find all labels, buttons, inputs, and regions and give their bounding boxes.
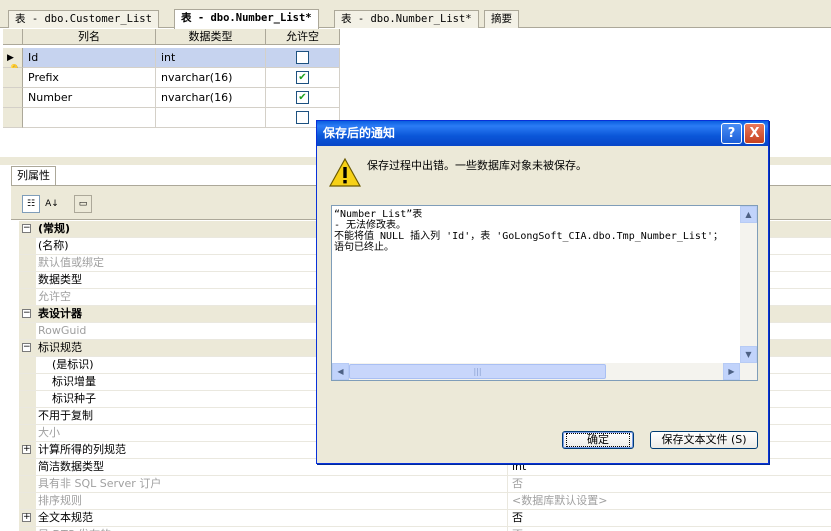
scroll-thumb[interactable]: ||| [349, 364, 606, 379]
row-selector[interactable]: ▶🔑 [3, 48, 23, 75]
dialog-message: 保存过程中出错。一些数据库对象未被保存。 [367, 159, 587, 172]
post-save-notification-dialog: 保存后的通知 ? X 保存过程中出错。一些数据库对象未被保存。 “Number_… [316, 120, 769, 464]
save-text-file-label: 保存文本文件 (S) [661, 433, 747, 446]
table-row[interactable]: Number nvarchar(16) ✔ [23, 88, 340, 108]
close-button[interactable]: X [744, 123, 765, 144]
column-name-cell[interactable]: Number [23, 88, 156, 108]
row-selector[interactable] [3, 68, 23, 88]
tab-summary[interactable]: 摘要 [484, 10, 519, 28]
vertical-scrollbar[interactable]: ▲ ▼ [740, 206, 757, 363]
allow-null-header: 允许空 [266, 29, 340, 45]
scroll-left-icon[interactable]: ◀ [332, 363, 349, 380]
column-name-header: 列名 [23, 29, 156, 45]
property-value[interactable]: 否 [510, 510, 523, 527]
property-value[interactable]: 否 [510, 476, 523, 493]
property-row[interactable]: 排序规则 <数据库默认设置> [19, 493, 831, 510]
ok-button-label: 确定 [566, 433, 630, 447]
row-selector[interactable] [3, 88, 23, 108]
allow-null-cell: ✔ [266, 88, 340, 108]
data-type-cell[interactable]: int [156, 48, 266, 68]
horizontal-scrollbar[interactable]: ◀ ||| ▶ [332, 363, 757, 380]
property-row[interactable]: 是 DTS 发布的否 [19, 527, 831, 531]
allow-null-checkbox[interactable] [296, 111, 309, 124]
property-value[interactable]: 否 [510, 527, 523, 531]
tab-column-properties[interactable]: 列属性 [11, 166, 56, 185]
scroll-right-icon[interactable]: ▶ [723, 363, 740, 380]
property-name: 是 DTS 发布的 [36, 527, 508, 531]
table-row[interactable]: Prefix nvarchar(16) ✔ [23, 68, 340, 88]
help-button[interactable]: ? [721, 123, 742, 144]
collapse-icon[interactable]: − [22, 343, 31, 352]
row-selector-header [3, 29, 23, 45]
expand-icon[interactable]: + [22, 445, 31, 454]
tab-customer-list[interactable]: 表 - dbo.Customer_List [8, 10, 159, 28]
property-row[interactable]: + 全文本规范否 [19, 510, 831, 527]
data-type-cell[interactable] [156, 108, 266, 128]
dialog-title: 保存后的通知 [323, 126, 396, 140]
data-type-header: 数据类型 [156, 29, 266, 45]
property-value[interactable]: <数据库默认设置> [510, 493, 607, 510]
property-name: 具有非 SQL Server 订户 [36, 476, 508, 493]
scroll-down-icon[interactable]: ▼ [740, 346, 757, 363]
allow-null-cell: ✔ [266, 68, 340, 88]
alphabetical-icon[interactable]: A↓ [43, 195, 61, 213]
warning-icon [329, 157, 361, 187]
column-name-cell[interactable] [23, 108, 156, 128]
row-selector[interactable] [3, 108, 23, 128]
collapse-icon[interactable]: − [22, 309, 31, 318]
error-details-box[interactable]: “Number_List”表 - 无法修改表。 不能将值 NULL 插入列 'I… [331, 205, 758, 381]
table-row[interactable] [23, 108, 340, 128]
grid-header: 列名 数据类型 允许空 [3, 29, 340, 45]
error-details-text: “Number_List”表 - 无法修改表。 不能将值 NULL 插入列 'I… [334, 209, 723, 253]
dialog-titlebar[interactable]: 保存后的通知 [317, 121, 768, 146]
allow-null-cell [266, 48, 340, 68]
primary-key-icon: ▶🔑 [7, 53, 18, 75]
column-name-cell[interactable]: Prefix [23, 68, 156, 88]
document-tab-strip: 表 - dbo.Customer_List 表 - dbo.Number_Lis… [0, 0, 831, 29]
categorized-icon[interactable]: ☷ [22, 195, 40, 213]
property-row[interactable]: 具有非 SQL Server 订户否 [19, 476, 831, 493]
column-name-cell[interactable]: Id [23, 48, 156, 68]
allow-null-checkbox[interactable]: ✔ [296, 71, 309, 84]
data-type-cell[interactable]: nvarchar(16) [156, 88, 266, 108]
ok-button[interactable]: 确定 [562, 431, 634, 449]
allow-null-checkbox[interactable] [296, 51, 309, 64]
property-name: 全文本规范 [36, 510, 508, 527]
data-type-cell[interactable]: nvarchar(16) [156, 68, 266, 88]
tab-number-list-active[interactable]: 表 - dbo.Number_List* [174, 9, 319, 29]
property-name: 排序规则 [36, 493, 508, 510]
column-grid: 列名 数据类型 允许空 ▶🔑 Id int Prefix nvarchar(16… [3, 29, 340, 157]
expand-icon[interactable]: + [22, 513, 31, 522]
scroll-up-icon[interactable]: ▲ [740, 206, 757, 223]
collapse-icon[interactable]: − [22, 224, 31, 233]
ssms-window: 表 - dbo.Customer_List 表 - dbo.Number_Lis… [0, 0, 831, 531]
tab-number-list[interactable]: 表 - dbo.Number_List* [334, 10, 479, 28]
allow-null-checkbox[interactable]: ✔ [296, 91, 309, 104]
table-row[interactable]: Id int [23, 48, 340, 68]
save-text-file-button[interactable]: 保存文本文件 (S) [650, 431, 758, 449]
property-pages-icon[interactable]: ▭ [74, 195, 92, 213]
